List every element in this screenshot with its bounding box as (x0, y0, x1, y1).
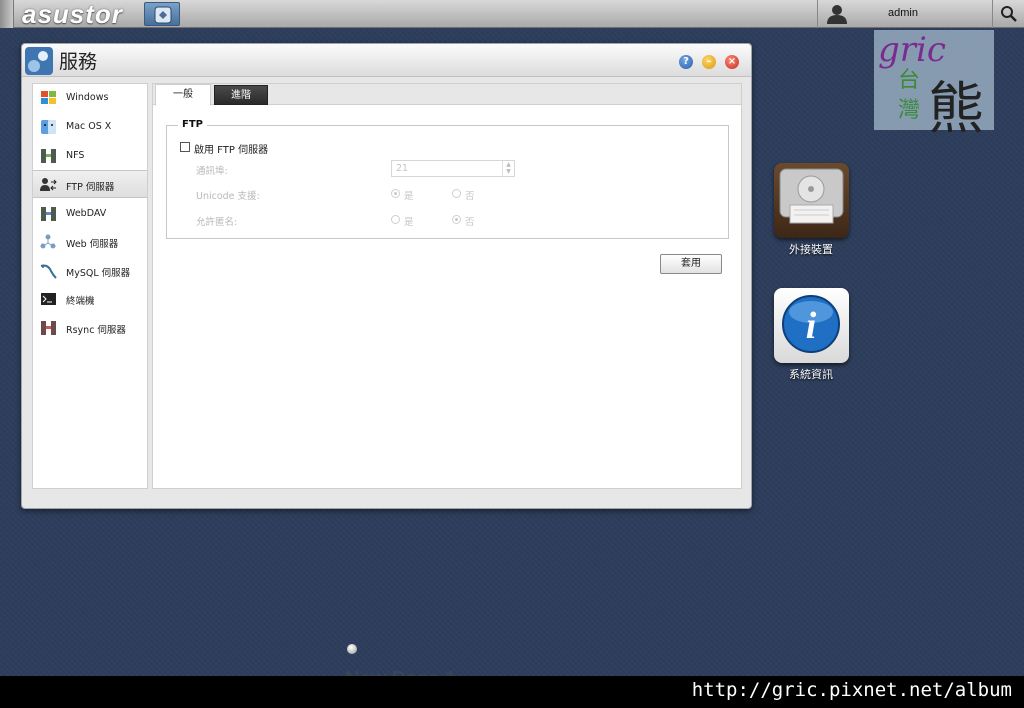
nfs-icon (41, 149, 56, 163)
spin-down-icon[interactable]: ▼ (503, 168, 514, 175)
external-device-icon[interactable] (774, 163, 849, 238)
search-icon (1001, 6, 1017, 22)
services-sidebar: Windows Mac OS X NFS FTP 伺服器 WebDAV Web … (32, 83, 148, 489)
rsync-icon (41, 321, 56, 335)
watermark-text-bear: 熊 (928, 77, 984, 142)
minimize-button[interactable]: – (702, 55, 716, 69)
port-spinner[interactable]: ▲ ▼ (502, 161, 514, 176)
tab-general[interactable]: 一般 (155, 84, 211, 106)
external-devices-app[interactable]: 外接裝置 (771, 163, 851, 256)
spin-up-icon[interactable]: ▲ (503, 161, 514, 168)
svg-text:i: i (806, 305, 817, 347)
top-taskbar: asustor admin (0, 0, 1024, 28)
port-label: 通訊埠: (196, 166, 228, 177)
mac-icon (41, 120, 56, 134)
anonymous-no-radio[interactable] (452, 215, 461, 224)
apply-button[interactable]: 套用 (660, 254, 722, 274)
window-titlebar[interactable]: 服務 ? – × (22, 44, 751, 77)
sidebar-item-label: Windows (66, 92, 109, 103)
unicode-label: Unicode 支援: (196, 191, 260, 202)
external-devices-label: 外接裝置 (789, 243, 833, 256)
window-title: 服務 (59, 51, 98, 73)
sidebar-item-label: Mac OS X (66, 121, 112, 132)
sidebar-item-label: NFS (66, 150, 85, 161)
system-info-app[interactable]: i 系統資訊 (771, 288, 851, 381)
anonymous-no-label: 否 (465, 217, 475, 228)
close-button[interactable]: × (725, 55, 739, 69)
sidebar-item-web-server[interactable]: Web 伺服器 (33, 228, 147, 256)
sidebar-item-terminal[interactable]: 終端機 (33, 285, 147, 313)
home-button[interactable] (144, 2, 180, 26)
ftp-fieldset: FTP 啟用 FTP 伺服器 通訊埠: 21 ▲ ▼ Unicode 支援: 是… (166, 119, 729, 239)
page-indicator-dot[interactable] (347, 644, 357, 654)
ftp-settings-panel: 一般 進階 FTP 啟用 FTP 伺服器 通訊埠: 21 ▲ ▼ Unicode… (152, 83, 742, 489)
bottom-credit-bar: http://gric.pixnet.net/album (0, 676, 1024, 708)
sidebar-item-label: FTP 伺服器 (66, 182, 115, 193)
user-icon (827, 5, 847, 24)
sidebar-item-nfs[interactable]: NFS (33, 142, 147, 170)
sidebar-item-ftp[interactable]: FTP 伺服器 (33, 170, 147, 198)
home-icon (154, 6, 172, 24)
windows-icon (41, 91, 56, 104)
terminal-icon (41, 293, 56, 305)
unicode-no-label: 否 (465, 191, 475, 202)
unicode-yes-label: 是 (404, 191, 414, 202)
port-input[interactable]: 21 ▲ ▼ (391, 160, 515, 177)
anonymous-label: 允許匿名: (196, 217, 238, 228)
web-server-icon (40, 234, 56, 249)
gric-watermark: gric 台灣 熊 (874, 30, 994, 142)
services-window: 服務 ? – × Windows Mac OS X NFS FTP 伺服器 We… (21, 43, 752, 509)
tab-strip: 一般 進階 (153, 84, 741, 106)
sidebar-item-label: Web 伺服器 (66, 239, 119, 250)
credit-url: http://gric.pixnet.net/album (691, 679, 1012, 701)
sidebar-item-mysql[interactable]: MySQL 伺服器 (33, 257, 147, 285)
sidebar-item-rsync[interactable]: Rsync 伺服器 (33, 314, 147, 342)
mysql-icon (40, 264, 57, 279)
checkbox-box[interactable] (180, 142, 190, 152)
system-info-icon[interactable]: i (774, 288, 849, 363)
sidebar-item-label: 終端機 (66, 296, 95, 307)
services-app-icon (25, 47, 53, 75)
anonymous-yes-radio[interactable] (391, 215, 400, 224)
sidebar-item-label: WebDAV (66, 208, 107, 219)
help-button[interactable]: ? (679, 55, 693, 69)
enable-ftp-label: 啟用 FTP 伺服器 (194, 145, 269, 156)
hard-drive-icon (779, 168, 844, 224)
taskbar-grip (0, 0, 14, 28)
watermark-text-taiwan: 台灣 (898, 68, 921, 123)
asustor-logo: asustor (22, 0, 123, 29)
unicode-yes-radio[interactable] (391, 189, 400, 198)
system-info-label: 系統資訊 (789, 368, 833, 381)
ftp-icon (40, 178, 57, 191)
sidebar-item-macosx[interactable]: Mac OS X (33, 113, 147, 141)
username-label: admin (888, 7, 918, 19)
sidebar-item-windows[interactable]: Windows (33, 84, 147, 112)
help-icon: ? (683, 56, 689, 67)
sidebar-item-label: MySQL 伺服器 (66, 268, 131, 279)
info-icon: i (782, 295, 840, 353)
sidebar-item-webdav[interactable]: WebDAV (33, 200, 147, 228)
webdav-icon (41, 207, 56, 221)
user-menu[interactable]: admin (817, 0, 992, 28)
sidebar-item-label: Rsync 伺服器 (66, 325, 126, 336)
search-button[interactable] (992, 0, 1024, 28)
port-value: 21 (396, 163, 409, 174)
minimize-icon: – (706, 56, 712, 67)
anonymous-yes-label: 是 (404, 217, 414, 228)
close-icon: × (727, 56, 737, 67)
unicode-no-radio[interactable] (452, 189, 461, 198)
ftp-fieldset-legend: FTP (178, 119, 207, 130)
tab-advanced[interactable]: 進階 (214, 85, 268, 105)
